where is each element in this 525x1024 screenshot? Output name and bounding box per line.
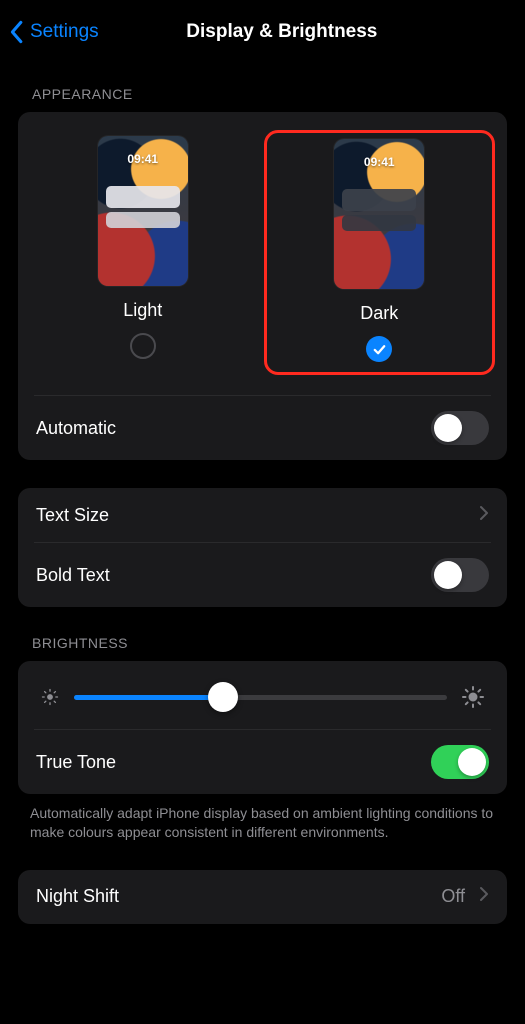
preview-light: 09:41	[98, 136, 188, 286]
chevron-right-icon	[479, 505, 489, 526]
page-title: Display & Brightness	[55, 21, 509, 43]
true-tone-toggle[interactable]	[431, 745, 489, 779]
preview-dark: 09:41	[334, 139, 424, 289]
night-shift-value: Off	[441, 886, 465, 907]
radio-light[interactable]	[130, 333, 156, 359]
bold-text-toggle[interactable]	[431, 558, 489, 592]
appearance-label-light: Light	[123, 300, 162, 321]
automatic-toggle[interactable]	[431, 411, 489, 445]
slider-thumb[interactable]	[208, 682, 238, 712]
automatic-label: Automatic	[36, 418, 116, 439]
night-shift-label: Night Shift	[36, 886, 119, 907]
sun-max-icon	[461, 685, 485, 709]
back-chevron-icon[interactable]	[8, 20, 24, 44]
brightness-header: BRIGHTNESS	[0, 607, 525, 661]
appearance-label-dark: Dark	[360, 303, 398, 324]
appearance-option-light[interactable]: 09:41 Light	[30, 130, 256, 375]
bold-text-label: Bold Text	[36, 565, 110, 586]
sun-min-icon	[40, 687, 60, 707]
text-size-row[interactable]: Text Size	[18, 488, 507, 542]
preview-time: 09:41	[98, 152, 188, 166]
chevron-right-icon	[479, 886, 489, 907]
true-tone-footnote: Automatically adapt iPhone display based…	[0, 794, 525, 842]
brightness-slider[interactable]	[74, 695, 447, 700]
text-size-label: Text Size	[36, 505, 109, 526]
preview-time: 09:41	[334, 155, 424, 169]
appearance-header: APPEARANCE	[0, 58, 525, 112]
night-shift-row[interactable]: Night Shift Off	[18, 870, 507, 924]
appearance-option-dark[interactable]: 09:41 Dark	[264, 130, 496, 375]
radio-dark[interactable]	[366, 336, 392, 362]
true-tone-label: True Tone	[36, 752, 116, 773]
